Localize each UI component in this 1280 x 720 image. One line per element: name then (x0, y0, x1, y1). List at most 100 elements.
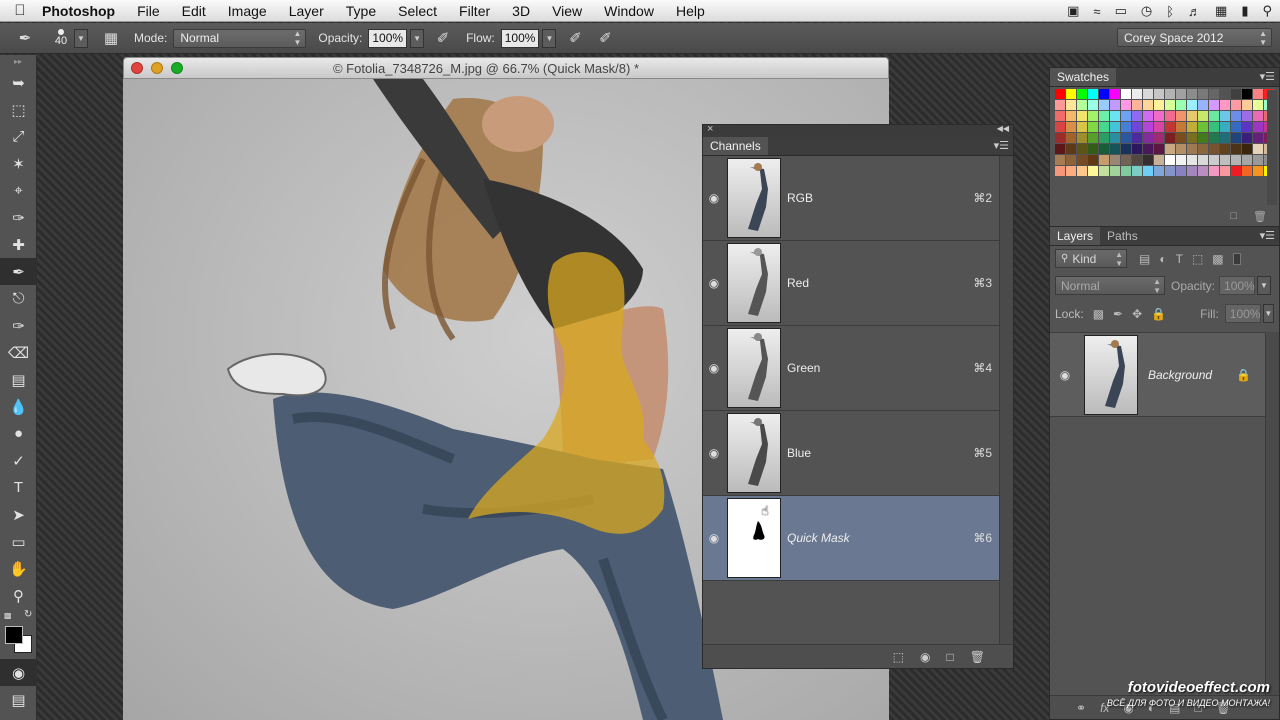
eye-icon[interactable]: ◉ (703, 361, 725, 375)
swatch-cell[interactable] (1066, 111, 1076, 121)
collapse-panel-icon[interactable]: ◀◀ (997, 124, 1009, 133)
swatch-cell[interactable] (1176, 144, 1186, 154)
swatch-cell[interactable] (1231, 89, 1241, 99)
brush-size-picker[interactable]: 40 ▼ (50, 25, 88, 51)
swatch-cell[interactable] (1121, 122, 1131, 132)
swatch-cell[interactable] (1088, 100, 1098, 110)
save-selection-channel-icon[interactable]: ◉ (920, 650, 930, 664)
lock-all-icon[interactable]: 🔒 (1151, 307, 1166, 321)
swatch-cell[interactable] (1077, 155, 1087, 165)
swatch-cell[interactable] (1132, 133, 1142, 143)
menu-filter[interactable]: Filter (447, 3, 500, 19)
type-tool-icon[interactable]: T (0, 474, 37, 501)
zoom-tool-icon[interactable]: ⚲ (0, 582, 37, 609)
swatch-cell[interactable] (1077, 100, 1087, 110)
swatch-cell[interactable] (1220, 89, 1230, 99)
swatch-cell[interactable] (1055, 144, 1065, 154)
swatch-cell[interactable] (1187, 144, 1197, 154)
menu-view[interactable]: View (540, 3, 592, 19)
layer-opacity-slider-toggle[interactable]: ▼ (1257, 276, 1272, 295)
filter-pixel-icon[interactable]: ▤ (1139, 252, 1150, 266)
crop-tool-icon[interactable]: ⌖ (0, 177, 37, 204)
swatch-cell[interactable] (1253, 89, 1263, 99)
load-channel-selection-icon[interactable]: ⬚ (893, 650, 904, 664)
swatch-cell[interactable] (1121, 111, 1131, 121)
swatch-cell[interactable] (1110, 122, 1120, 132)
menu-image[interactable]: Image (216, 3, 277, 19)
default-colors-icon[interactable]: ▩ (4, 611, 12, 620)
swatch-cell[interactable] (1121, 144, 1131, 154)
filter-toggle-icon[interactable] (1232, 252, 1241, 265)
swatch-cell[interactable] (1110, 144, 1120, 154)
swatch-cell[interactable] (1154, 122, 1164, 132)
swatch-cell[interactable] (1088, 133, 1098, 143)
menu-help[interactable]: Help (664, 3, 715, 19)
swatch-cell[interactable] (1143, 111, 1153, 121)
swatch-cell[interactable] (1154, 166, 1164, 176)
swatch-cell[interactable] (1242, 89, 1252, 99)
swatch-cell[interactable] (1110, 111, 1120, 121)
swatch-cell[interactable] (1143, 166, 1153, 176)
swatch-cell[interactable] (1110, 100, 1120, 110)
swatch-cell[interactable] (1088, 144, 1098, 154)
swatch-cell[interactable] (1165, 100, 1175, 110)
swatch-cell[interactable] (1242, 155, 1252, 165)
hand-tool-icon[interactable]: ✋ (0, 555, 37, 582)
eye-icon[interactable]: ◉ (703, 191, 725, 205)
mode-dropdown[interactable]: Normal ▲ ▼ (173, 28, 307, 48)
swatch-cell[interactable] (1077, 133, 1087, 143)
swatch-cell[interactable] (1066, 144, 1076, 154)
marquee-tool-icon[interactable]: ⬚ (0, 96, 37, 123)
swatch-cell[interactable] (1187, 100, 1197, 110)
swatch-cell[interactable] (1099, 144, 1109, 154)
menu-file[interactable]: File (125, 3, 170, 19)
swatch-cell[interactable] (1055, 133, 1065, 143)
foreground-color-swatch[interactable] (5, 626, 23, 644)
swatch-cell[interactable] (1099, 89, 1109, 99)
swatch-cell[interactable] (1209, 89, 1219, 99)
swatch-cell[interactable] (1187, 155, 1197, 165)
swatch-cell[interactable] (1231, 122, 1241, 132)
swatch-cell[interactable] (1121, 155, 1131, 165)
swatch-cell[interactable] (1154, 111, 1164, 121)
swatch-cell[interactable] (1154, 144, 1164, 154)
swatch-cell[interactable] (1099, 100, 1109, 110)
swatch-cell[interactable] (1176, 122, 1186, 132)
swatch-cell[interactable] (1220, 166, 1230, 176)
swatch-cell[interactable] (1165, 144, 1175, 154)
swatch-cell[interactable] (1198, 122, 1208, 132)
filter-type-icon[interactable]: T (1176, 252, 1183, 266)
swatch-cell[interactable] (1055, 111, 1065, 121)
swatch-cell[interactable] (1176, 89, 1186, 99)
path-selection-tool-icon[interactable]: ➤ (0, 501, 37, 528)
swatch-cell[interactable] (1055, 100, 1065, 110)
swatch-cell[interactable] (1198, 144, 1208, 154)
swatch-cell[interactable] (1143, 100, 1153, 110)
swatch-cell[interactable] (1198, 111, 1208, 121)
menu-edit[interactable]: Edit (170, 3, 216, 19)
close-panel-icon[interactable]: × (707, 123, 713, 135)
swatch-cell[interactable] (1165, 133, 1175, 143)
channels-panel-header[interactable]: × ◀◀ (703, 123, 1013, 137)
swatch-cell[interactable] (1154, 89, 1164, 99)
layer-opacity-input[interactable]: 100% (1219, 276, 1256, 295)
fill-input[interactable]: 100% (1224, 304, 1261, 323)
new-swatch-icon[interactable]: □ (1230, 210, 1237, 223)
swatch-cell[interactable] (1209, 111, 1219, 121)
time-machine-icon[interactable]: ◷ (1141, 3, 1152, 19)
swatch-cell[interactable] (1165, 111, 1175, 121)
swatch-cell[interactable] (1121, 89, 1131, 99)
rectangle-tool-icon[interactable]: ▭ (0, 528, 37, 555)
pressure-size-icon[interactable]: ✐ (594, 27, 616, 49)
swatch-cell[interactable] (1055, 155, 1065, 165)
swatch-cell[interactable] (1099, 111, 1109, 121)
clone-stamp-tool-icon[interactable]: ⎋ (0, 285, 37, 312)
swatch-cell[interactable] (1187, 111, 1197, 121)
swatch-cell[interactable] (1209, 144, 1219, 154)
channels-scrollbar[interactable] (999, 156, 1013, 644)
filter-adjustment-icon[interactable]: ◐ (1159, 252, 1166, 266)
swatch-cell[interactable] (1154, 133, 1164, 143)
document-title-bar[interactable]: © Fotolia_7348726_M.jpg @ 66.7% (Quick M… (123, 57, 889, 79)
swatch-cell[interactable] (1066, 166, 1076, 176)
swatch-cell[interactable] (1132, 100, 1142, 110)
